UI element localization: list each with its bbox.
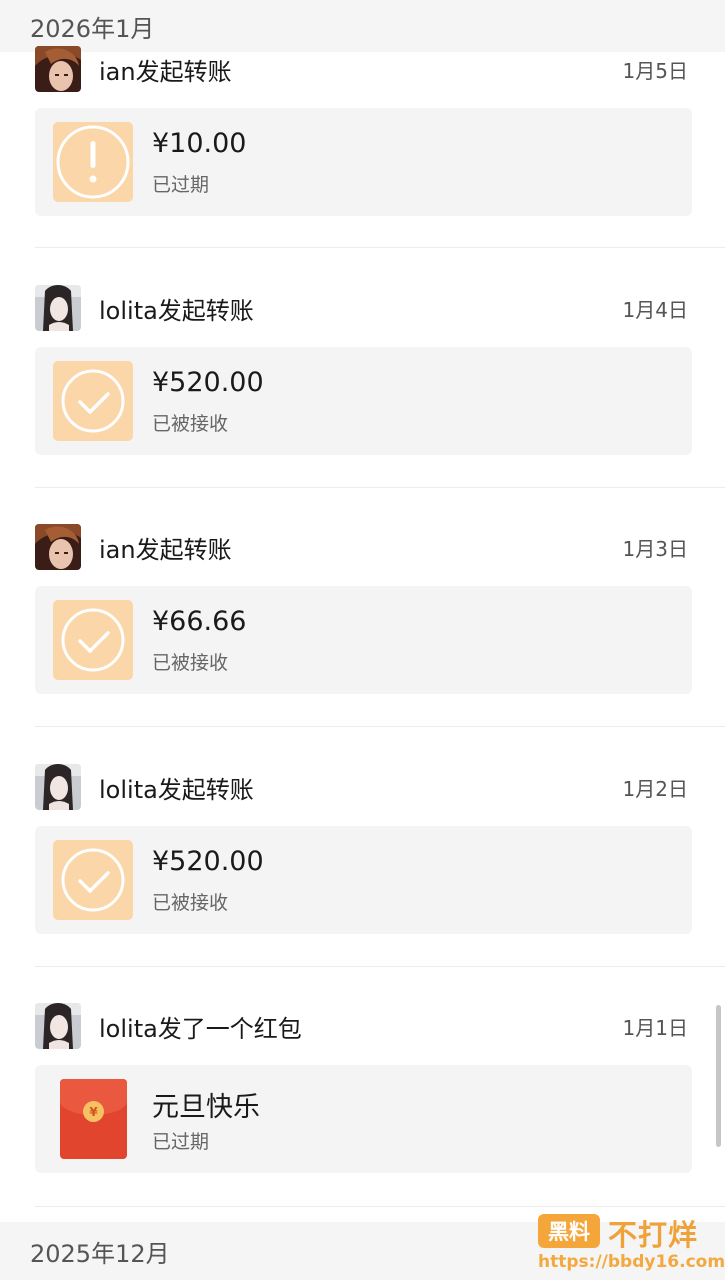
watermark-badge: 黑料 <box>538 1214 600 1248</box>
scrollbar[interactable] <box>716 1005 721 1147</box>
check-icon <box>53 840 133 920</box>
transfer-amount: ¥10.00 <box>152 128 247 159</box>
transfer-status: 已被接收 <box>152 892 229 914</box>
month-header-2026-01: 2026年1月 <box>0 0 725 52</box>
divider <box>35 247 725 248</box>
divider <box>35 1206 725 1207</box>
watermark-url: https://bbdy16.com <box>538 1252 725 1272</box>
record-title: lolita发了一个红包 <box>99 1014 302 1043</box>
transfer-amount: ¥66.66 <box>152 606 247 637</box>
transfer-card[interactable]: ¥520.00 已被接收 <box>35 826 692 934</box>
record-title: lolita发起转账 <box>99 775 254 804</box>
transfer-card[interactable]: ¥520.00 已被接收 <box>35 347 692 455</box>
divider <box>35 966 725 967</box>
transfer-status: 已被接收 <box>152 413 229 435</box>
watermark: 黑料 不打烊 https://bbdy16.com <box>536 1212 725 1274</box>
transfer-amount: ¥520.00 <box>152 367 264 398</box>
red-packet-icon: ¥ <box>60 1079 127 1159</box>
record-title: ian发起转账 <box>99 535 232 564</box>
transfer-card[interactable]: ¥10.00 已过期 <box>35 108 692 216</box>
watermark-text: 不打烊 <box>608 1218 699 1252</box>
transfer-amount: ¥520.00 <box>152 846 264 877</box>
exclamation-icon <box>53 122 133 202</box>
transfer-card[interactable]: ¥66.66 已被接收 <box>35 586 692 694</box>
record-date: 1月1日 <box>622 1015 688 1040</box>
avatar-lolita[interactable] <box>35 1003 81 1049</box>
red-packet-greeting: 元旦快乐 <box>152 1092 260 1123</box>
transfer-status: 已被接收 <box>152 652 229 674</box>
red-packet-card[interactable]: ¥ 元旦快乐 已过期 <box>35 1065 692 1173</box>
transfer-status: 已过期 <box>152 174 210 196</box>
check-icon <box>53 361 133 441</box>
avatar-lolita[interactable] <box>35 285 81 331</box>
avatar-lolita[interactable] <box>35 764 81 810</box>
divider <box>35 487 725 488</box>
avatar-ian[interactable] <box>35 46 81 92</box>
record-date: 1月2日 <box>622 776 688 801</box>
avatar-ian[interactable] <box>35 524 81 570</box>
check-icon <box>53 600 133 680</box>
record-title: ian发起转账 <box>99 57 232 86</box>
red-packet-status: 已过期 <box>152 1131 210 1153</box>
record-date: 1月4日 <box>622 297 688 322</box>
coin-icon: ¥ <box>83 1101 104 1122</box>
record-date: 1月3日 <box>622 536 688 561</box>
record-date: 1月5日 <box>622 58 688 83</box>
record-title: lolita发起转账 <box>99 296 254 325</box>
divider <box>35 726 725 727</box>
